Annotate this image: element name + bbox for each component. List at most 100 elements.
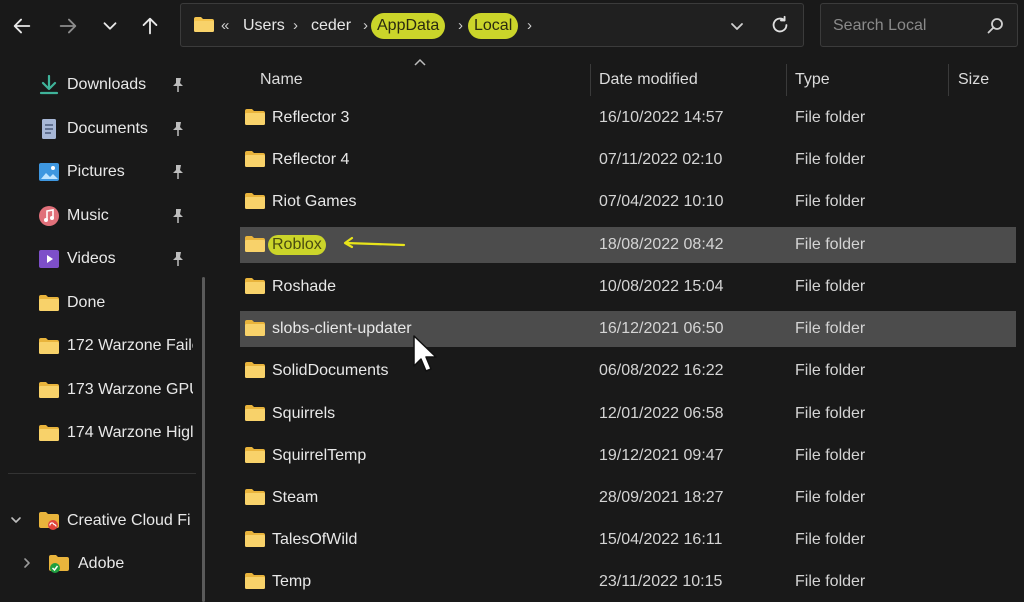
item-name: Roshade	[272, 278, 337, 295]
sidebar-item-label: Documents	[67, 120, 148, 137]
column-header-label: Size	[958, 71, 990, 88]
list-item[interactable]: Roshade 10/08/2022 15:04 File folder	[240, 269, 1016, 305]
breadcrumb-separator[interactable]: ›	[527, 16, 532, 36]
sidebar-item-creative-cloud[interactable]: Creative Cloud Fi	[0, 501, 200, 541]
folder-icon	[245, 489, 265, 505]
list-item[interactable]: Reflector 4 07/11/2022 02:10 File folder	[240, 142, 1016, 178]
list-item-selected[interactable]: Roblox 18/08/2022 08:42 File folder	[240, 227, 1016, 263]
music-icon	[39, 206, 59, 226]
sidebar-item-label: Done	[67, 294, 106, 311]
sidebar-item-videos[interactable]: Videos	[0, 239, 200, 279]
sidebar-item-label: Music	[67, 207, 109, 224]
list-item[interactable]: Riot Games 07/04/2022 10:10 File folder	[240, 184, 1016, 220]
arrow-right-icon	[59, 18, 77, 34]
list-item-hover[interactable]: slobs-client-updater 16/12/2021 06:50 Fi…	[240, 311, 1016, 347]
column-header-date[interactable]: Date modified	[590, 52, 786, 96]
back-button[interactable]	[8, 12, 36, 40]
sidebar-item-pictures[interactable]: Pictures	[0, 152, 200, 192]
address-overflow[interactable]: «	[221, 16, 229, 36]
breadcrumb-ceder[interactable]: ceder	[311, 16, 351, 36]
list-item[interactable]: Reflector 3 16/10/2022 14:57 File folder	[240, 100, 1016, 136]
breadcrumb-separator[interactable]: ›	[363, 16, 368, 36]
chevron-down-icon[interactable]	[9, 513, 23, 527]
item-date: 16/10/2022 14:57	[599, 109, 724, 126]
sidebar-scrollbar[interactable]	[202, 277, 205, 602]
column-header-name[interactable]: Name	[240, 52, 590, 96]
item-type: File folder	[795, 151, 866, 168]
search-input[interactable]	[831, 14, 985, 38]
sidebar-item-done[interactable]: Done	[0, 283, 200, 323]
breadcrumb-users[interactable]: Users	[243, 16, 285, 36]
sidebar-item-172-warzone[interactable]: 172 Warzone Faile	[0, 326, 200, 366]
item-type: File folder	[795, 362, 866, 379]
breadcrumb-appdata[interactable]: AppData	[371, 13, 446, 39]
folder-icon	[245, 573, 265, 589]
item-type: File folder	[795, 573, 866, 590]
document-icon	[42, 119, 56, 139]
sidebar-item-label: Adobe	[78, 555, 125, 572]
chevron-right-icon[interactable]	[20, 556, 34, 570]
sidebar-item-label: 174 Warzone Higl	[67, 424, 193, 441]
item-name: Temp	[272, 573, 312, 590]
annotation-arrow-icon	[343, 236, 406, 249]
item-name: Reflector 4	[272, 151, 350, 168]
folder-icon	[245, 531, 265, 547]
folder-icon	[39, 295, 59, 311]
item-type: File folder	[795, 447, 866, 464]
column-header-type[interactable]: Type	[786, 52, 948, 96]
sidebar-item-label: 172 Warzone Faile	[67, 337, 193, 354]
list-item[interactable]: Steam 28/09/2021 18:27 File folder	[240, 480, 1016, 516]
breadcrumb-local[interactable]: Local	[468, 13, 519, 39]
column-header-size[interactable]: Size	[948, 52, 1024, 96]
sidebar-item-label: Videos	[67, 250, 116, 267]
sidebar-item-documents[interactable]: Documents	[0, 109, 200, 149]
navigation-toolbar: « Users › ceder › AppData › Local ›	[0, 0, 1024, 52]
pin-icon[interactable]	[170, 77, 186, 93]
item-type: File folder	[795, 278, 866, 295]
item-name: Roblox	[268, 235, 326, 255]
pin-icon[interactable]	[170, 121, 186, 137]
list-item[interactable]: SquirrelTemp 19/12/2021 09:47 File folde…	[240, 438, 1016, 474]
sidebar-item-downloads[interactable]: Downloads	[0, 65, 200, 105]
sidebar-item-173-warzone[interactable]: 173 Warzone GPU	[0, 370, 200, 410]
list-item[interactable]: Temp 23/11/2022 10:15 File folder	[240, 564, 1016, 600]
item-date: 07/11/2022 02:10	[599, 151, 723, 168]
item-type: File folder	[795, 236, 866, 253]
pin-icon[interactable]	[170, 251, 186, 267]
breadcrumb-separator[interactable]: ›	[293, 16, 298, 36]
folder-icon	[245, 109, 265, 125]
sidebar-item-label: Downloads	[67, 76, 147, 93]
item-name: Steam	[272, 489, 319, 506]
refresh-icon[interactable]	[769, 14, 791, 36]
breadcrumb-separator[interactable]: ›	[458, 16, 463, 36]
recent-locations-button[interactable]	[96, 12, 124, 40]
pin-icon[interactable]	[170, 164, 186, 180]
search-icon[interactable]	[985, 16, 1005, 36]
list-item[interactable]: TalesOfWild 15/04/2022 16:11 File folder	[240, 522, 1016, 558]
navigation-pane: Downloads Documents Pictures Music Video…	[0, 52, 206, 602]
folder-icon	[194, 17, 214, 32]
folder-icon	[245, 320, 265, 336]
sidebar-item-174-warzone[interactable]: 174 Warzone Higl	[0, 413, 200, 453]
item-type: File folder	[795, 109, 866, 126]
creative-cloud-icon	[39, 512, 59, 530]
address-bar[interactable]: « Users › ceder › AppData › Local ›	[180, 3, 804, 47]
file-list: Name Date modified Type Size Reflector 3…	[214, 52, 1024, 602]
item-type: File folder	[795, 405, 866, 422]
up-button[interactable]	[136, 12, 164, 40]
forward-button[interactable]	[54, 12, 82, 40]
item-name: Reflector 3	[272, 109, 350, 126]
sidebar-item-adobe[interactable]: Adobe	[0, 544, 200, 584]
list-item[interactable]: SolidDocuments 06/08/2022 16:22 File fol…	[240, 353, 1016, 389]
chevron-down-icon[interactable]	[727, 16, 747, 36]
arrow-left-icon	[13, 18, 31, 34]
sidebar-item-music[interactable]: Music	[0, 196, 200, 236]
pin-icon[interactable]	[170, 208, 186, 224]
videos-icon	[39, 250, 59, 268]
item-type: File folder	[795, 320, 866, 337]
search-box[interactable]	[820, 3, 1018, 47]
item-date: 12/01/2022 06:58	[599, 405, 724, 422]
list-item[interactable]: Squirrels 12/01/2022 06:58 File folder	[240, 396, 1016, 432]
item-type: File folder	[795, 489, 866, 506]
item-date: 15/04/2022 16:11	[599, 531, 723, 548]
